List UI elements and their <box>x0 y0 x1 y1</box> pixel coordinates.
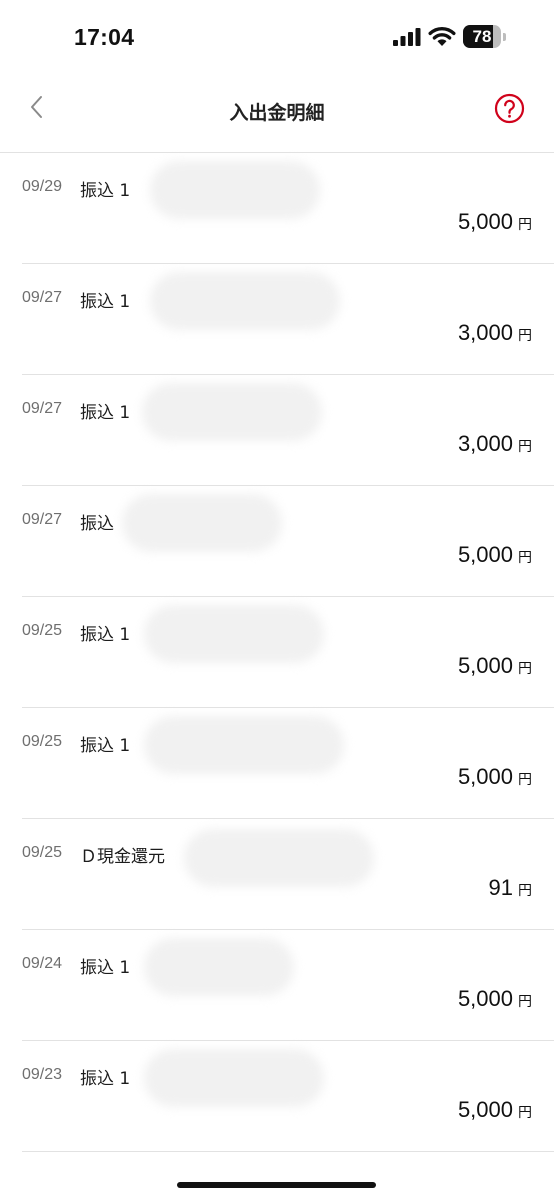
redacted-text <box>142 383 322 441</box>
transaction-row[interactable]: 09/25 振込 1 5,000 円 <box>22 597 554 708</box>
redacted-text <box>184 829 374 887</box>
signal-icon <box>393 28 421 46</box>
transaction-date: 09/25 <box>22 733 63 750</box>
transaction-amount: 91 円 <box>489 875 532 901</box>
currency-unit: 円 <box>518 883 532 899</box>
transaction-amount: 5,000 円 <box>458 542 532 568</box>
transaction-row[interactable]: 09/29 振込 1 5,000 円 <box>22 153 554 264</box>
transaction-date: 09/29 <box>22 178 63 195</box>
wifi-icon <box>428 26 456 46</box>
transaction-description: Ｄ現金還元 <box>80 847 165 867</box>
transaction-row[interactable]: 09/27 振込 5,000 円 <box>22 486 554 597</box>
transaction-date: 09/25 <box>22 622 63 639</box>
battery-icon: 78 <box>463 25 507 48</box>
redacted-text <box>144 1049 324 1107</box>
transaction-row[interactable]: 09/25 振込 1 5,000 円 <box>22 708 554 819</box>
redacted-text <box>144 716 344 774</box>
currency-unit: 円 <box>518 550 532 566</box>
currency-unit: 円 <box>518 994 532 1010</box>
transaction-row[interactable]: 09/24 振込 1 5,000 円 <box>22 930 554 1041</box>
currency-unit: 円 <box>518 217 532 233</box>
amount-value: 91 <box>488 875 513 900</box>
transaction-date: 09/24 <box>22 955 63 972</box>
transaction-date: 09/27 <box>22 400 63 417</box>
transaction-amount: 5,000 円 <box>458 764 532 790</box>
transaction-amount: 5,000 円 <box>458 986 532 1012</box>
nav-bar: 入出金明細 <box>0 76 554 153</box>
transaction-description: 振込 1 <box>80 736 131 756</box>
amount-value: 5,000 <box>457 764 513 789</box>
transaction-row[interactable]: 09/27 振込 1 3,000 円 <box>22 375 554 486</box>
transaction-date: 09/27 <box>22 511 63 528</box>
transaction-amount: 5,000 円 <box>458 653 532 679</box>
amount-value: 5,000 <box>457 542 513 567</box>
transaction-description: 振込 1 <box>80 1069 131 1089</box>
amount-value: 5,000 <box>457 209 513 234</box>
transaction-description: 振込 1 <box>80 403 131 423</box>
transaction-date: 09/23 <box>22 1066 63 1083</box>
transaction-row[interactable]: 09/23 振込 1 5,000 円 <box>22 1041 554 1152</box>
transaction-description: 振込 1 <box>80 958 131 978</box>
question-circle-icon[interactable] <box>494 93 525 124</box>
status-bar: 17:04 78 <box>0 0 554 76</box>
redacted-text <box>122 494 282 552</box>
amount-value: 5,000 <box>457 653 513 678</box>
transaction-description: 振込 1 <box>80 625 131 645</box>
amount-value: 5,000 <box>457 986 513 1011</box>
transaction-description: 振込 1 <box>80 181 131 201</box>
amount-value: 5,000 <box>457 1097 513 1122</box>
transaction-row[interactable]: 09/27 振込 1 3,000 円 <box>22 264 554 375</box>
currency-unit: 円 <box>518 661 532 677</box>
transaction-row[interactable]: 09/25 Ｄ現金還元 91 円 <box>22 819 554 930</box>
currency-unit: 円 <box>518 328 532 344</box>
redacted-text <box>150 161 320 219</box>
currency-unit: 円 <box>518 772 532 788</box>
transaction-amount: 5,000 円 <box>458 209 532 235</box>
redacted-text <box>150 272 340 330</box>
currency-unit: 円 <box>518 439 532 455</box>
currency-unit: 円 <box>518 1105 532 1121</box>
redacted-text <box>144 605 324 663</box>
transaction-description: 振込 <box>80 514 114 534</box>
status-time: 17:04 <box>74 24 135 50</box>
transaction-amount: 3,000 円 <box>458 431 532 457</box>
battery-cap <box>503 33 506 41</box>
transaction-date: 09/25 <box>22 844 63 861</box>
redacted-text <box>144 938 294 996</box>
home-indicator <box>177 1182 376 1188</box>
transaction-description: 振込 1 <box>80 292 131 312</box>
amount-value: 3,000 <box>457 431 513 456</box>
battery-level: 78 <box>472 27 492 46</box>
transaction-list: 09/29 振込 1 5,000 円 09/27 振込 1 3,000 円 09/2… <box>0 153 554 1152</box>
transaction-date: 09/27 <box>22 289 63 306</box>
transaction-amount: 3,000 円 <box>458 320 532 346</box>
page-title: 入出金明細 <box>229 102 325 124</box>
amount-value: 3,000 <box>457 320 513 345</box>
transaction-amount: 5,000 円 <box>458 1097 532 1123</box>
